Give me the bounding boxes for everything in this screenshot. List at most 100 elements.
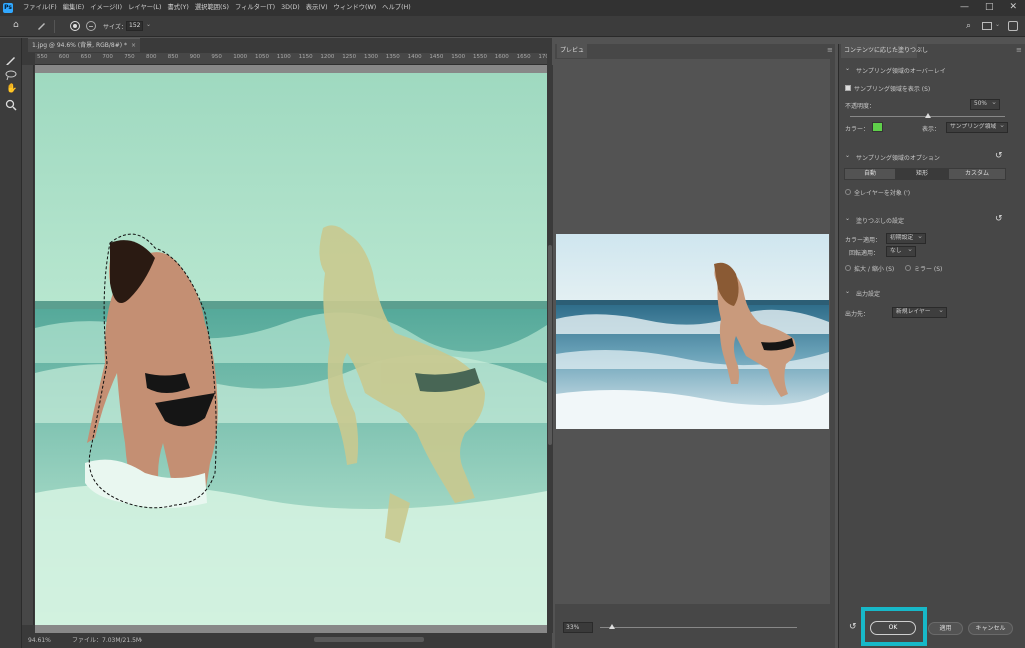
add-mode-icon[interactable]: [70, 21, 80, 31]
chevron-down-icon[interactable]: ⌄: [845, 65, 850, 72]
opacity-input[interactable]: 50%: [970, 98, 1000, 110]
ruler-vertical: [22, 65, 34, 625]
ruler-tick-label: 600: [58, 54, 70, 60]
ruler-tick-label: 700: [102, 54, 113, 60]
ruler-tick-label: 850: [167, 54, 179, 60]
tool-panel: ✋: [0, 38, 22, 648]
vertical-scrollbar[interactable]: [547, 65, 553, 633]
fill-section-title: 塗りつぶしの設定: [856, 218, 905, 225]
chevron-down-icon[interactable]: ⌄: [845, 152, 850, 159]
apply-button[interactable]: 適用: [928, 622, 963, 635]
maximize-icon[interactable]: □: [985, 0, 994, 16]
menu-item[interactable]: 選択範囲(S): [192, 0, 232, 16]
menu-item[interactable]: ウィンドウ(W): [331, 0, 380, 16]
size-label: サイズ：: [103, 24, 127, 31]
chevron-right-icon[interactable]: ›: [140, 634, 142, 647]
window-controls: — □ ✕: [960, 0, 1017, 16]
display-dropdown[interactable]: サンプリング領域: [946, 121, 1008, 133]
cancel-button[interactable]: キャンセル: [968, 622, 1013, 635]
output-dropdown[interactable]: 新規レイヤー: [892, 306, 947, 318]
reset-icon[interactable]: ↺: [995, 151, 1003, 161]
ruler-tick-label: 1450: [429, 54, 444, 60]
content-aware-fill-panel: [838, 44, 1025, 648]
ruler-tick-label: 1050: [255, 54, 269, 60]
ruler-tick-label: 1500: [451, 54, 466, 60]
opacity-slider-handle[interactable]: [924, 113, 931, 118]
subtract-mode-icon[interactable]: [86, 21, 96, 31]
document-tab-title: 1.jpg @ 94.6% (背景, RGB/8#) *: [32, 42, 127, 49]
preview-zoom-input[interactable]: 33%: [563, 622, 593, 633]
menu-bar: Ps ファイル(F) 編集(E) イメージ(I) レイヤー(L) 書式(Y) 選択範囲(S…: [0, 0, 1025, 16]
menu-item[interactable]: フィルター(T): [232, 0, 278, 16]
brush-tool-icon[interactable]: [5, 54, 17, 66]
reset-icon[interactable]: ↺: [995, 214, 1003, 224]
hand-tool-icon[interactable]: ✋: [6, 84, 17, 94]
overlay-color-swatch[interactable]: [872, 122, 883, 132]
ruler-horizontal: 550 600 650 700 750 800 850 900 950 1000 1050 1100 1…: [35, 53, 547, 65]
sampling-auto-button[interactable]: 自動: [844, 168, 896, 180]
scrollbar-thumb[interactable]: [314, 637, 424, 642]
menu-item[interactable]: 編集(E): [60, 0, 88, 16]
preview-image[interactable]: [556, 234, 829, 429]
preview-zoom-slider[interactable]: [600, 627, 797, 628]
chevron-down-icon[interactable]: ⌄: [995, 21, 1000, 28]
menu-item[interactable]: 書式(Y): [165, 0, 192, 16]
preview-zoom-slider-handle[interactable]: [608, 624, 615, 629]
menu-item[interactable]: イメージ(I): [87, 0, 125, 16]
all-layers-checkbox[interactable]: [845, 189, 851, 195]
menu-item[interactable]: 表示(V): [303, 0, 331, 16]
ruler-tick-label: 1650: [516, 54, 531, 60]
scale-label: 拡大 / 縮小 (S): [854, 266, 895, 273]
ruler-tick-label: 800: [146, 54, 157, 60]
menu-items: ファイル(F) 編集(E) イメージ(I) レイヤー(L) 書式(Y) 選択範囲(S) フィ…: [20, 0, 414, 16]
menu-item[interactable]: レイヤー(L): [125, 0, 164, 16]
home-icon[interactable]: ⌂: [13, 21, 19, 30]
show-sampling-label: サンプリング領域を表示 (S): [854, 86, 931, 93]
ruler-tick-label: 1200: [320, 54, 335, 60]
preview-tab[interactable]: プレビュー: [557, 44, 587, 68]
sampling-custom-button[interactable]: カスタム: [948, 168, 1006, 180]
chevron-down-icon[interactable]: ⌄: [845, 215, 850, 222]
panel-menu-icon[interactable]: ≡: [827, 46, 833, 54]
size-input[interactable]: 152: [126, 21, 143, 31]
close-icon[interactable]: ✕: [1009, 0, 1017, 16]
canvas-border-bottom: [35, 625, 547, 633]
share-icon[interactable]: [1008, 21, 1018, 31]
brush-tool-icon[interactable]: [36, 20, 47, 31]
lasso-tool-icon[interactable]: [5, 69, 17, 81]
rotation-dropdown[interactable]: なし: [886, 245, 916, 257]
mirror-checkbox[interactable]: [905, 265, 911, 271]
rotation-label: 回転適用：: [849, 250, 880, 257]
chevron-down-icon[interactable]: ⌄: [146, 21, 151, 28]
scrollbar-thumb[interactable]: [548, 245, 552, 445]
reset-all-icon[interactable]: ↺: [849, 622, 857, 632]
minimize-icon[interactable]: —: [960, 0, 969, 16]
menu-item[interactable]: ヘルプ(H): [379, 0, 414, 16]
content-aware-fill-tab[interactable]: コンテンツに応じた塗りつぶし: [841, 44, 928, 58]
menu-item[interactable]: 3D(D): [278, 0, 303, 16]
divider: [54, 20, 55, 33]
status-zoom[interactable]: 94.61%: [28, 634, 51, 647]
ruler-tick-label: 1100: [276, 54, 291, 60]
output-label: 出力先：: [845, 311, 870, 318]
ruler-tick-label: 550: [37, 54, 48, 60]
chevron-down-icon[interactable]: ⌄: [845, 288, 850, 295]
menu-item[interactable]: ファイル(F): [20, 0, 60, 16]
panel-menu-icon[interactable]: ≡: [1016, 46, 1022, 54]
ruler-tick-label: 750: [124, 54, 135, 60]
scale-checkbox[interactable]: [845, 265, 851, 271]
workspace-icon[interactable]: [982, 22, 992, 30]
show-sampling-checkbox[interactable]: [845, 85, 851, 91]
ruler-tick-label: 900: [189, 54, 201, 60]
all-layers-label: 全レイヤーを対象 ('): [854, 190, 911, 197]
close-icon[interactable]: ×: [131, 42, 136, 49]
zoom-tool-icon[interactable]: [5, 99, 17, 111]
search-icon[interactable]: ⌕: [966, 22, 971, 31]
document-canvas[interactable]: [35, 73, 547, 625]
beach-photo-with-overlay: [35, 73, 547, 625]
ok-button[interactable]: OK: [870, 621, 916, 635]
sampling-rect-button[interactable]: 矩形: [896, 168, 948, 180]
document-tab[interactable]: 1.jpg @ 94.6% (背景, RGB/8#) * ×: [28, 38, 140, 52]
color-adapt-dropdown[interactable]: 初期設定: [886, 232, 926, 244]
canvas-border-top: [35, 65, 547, 73]
